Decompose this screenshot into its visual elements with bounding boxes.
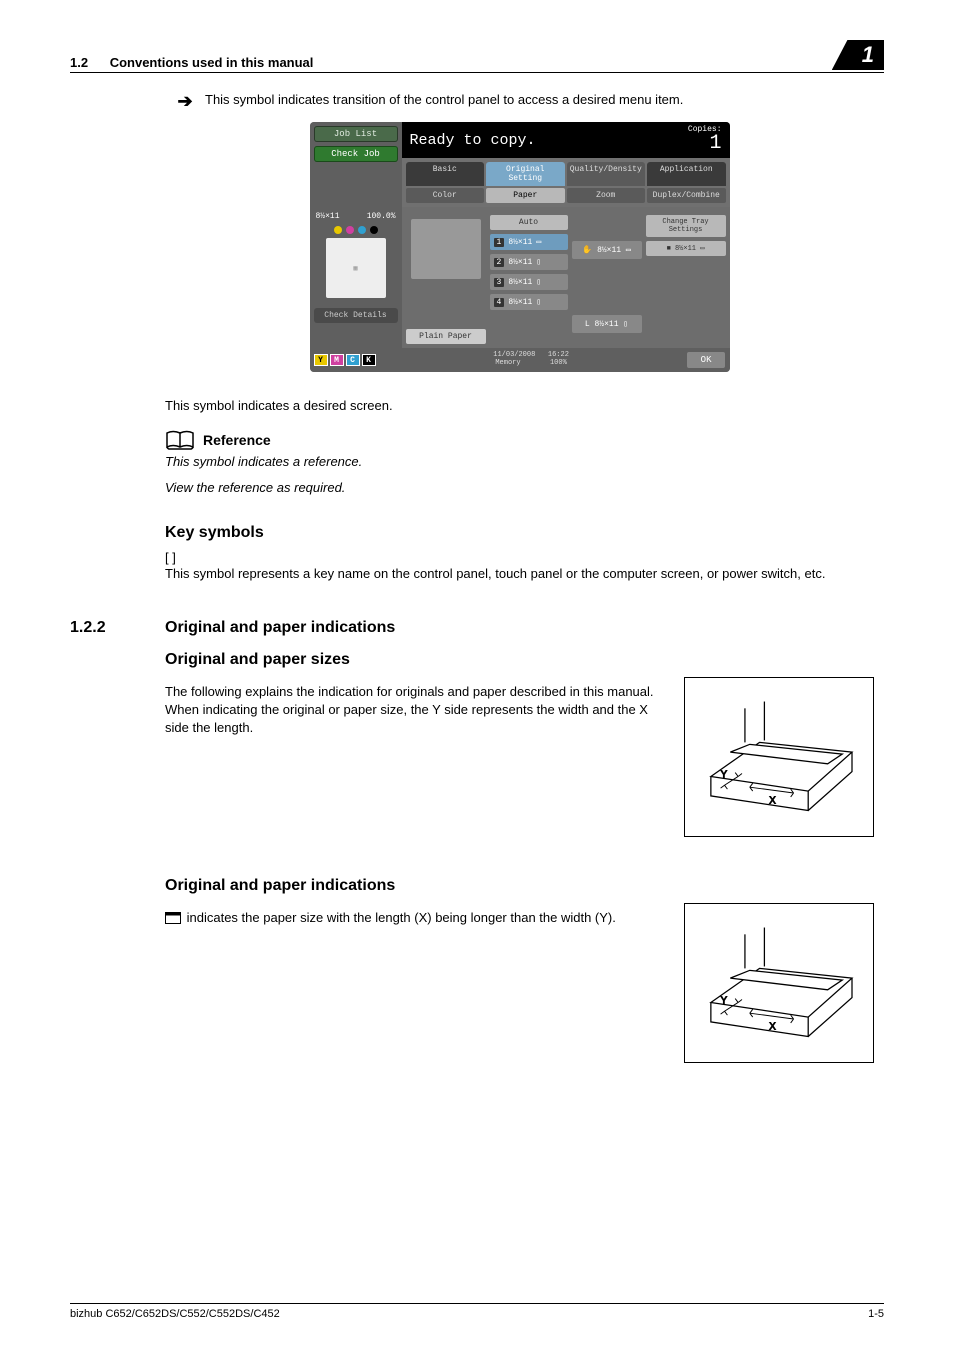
footer-page-number: 1-5 xyxy=(868,1308,884,1320)
arrow-description: This symbol indicates transition of the … xyxy=(205,91,874,109)
tab-basic[interactable]: Basic xyxy=(406,162,485,186)
status-text: Ready to copy. xyxy=(410,132,536,149)
tab-quality-density[interactable]: Quality/Density xyxy=(567,162,646,186)
bypass-tray-2[interactable]: L 8½×11 ▯ xyxy=(572,315,642,333)
paper-indication-figure: Y X xyxy=(684,903,874,1063)
check-job-button[interactable]: Check Job xyxy=(314,146,398,162)
indications-heading: Original and paper indications xyxy=(165,877,874,895)
section-title: Conventions used in this manual xyxy=(110,55,314,70)
landscape-page-icon xyxy=(165,911,181,929)
tray-2-button[interactable]: 28½×11 ▯ xyxy=(490,254,568,270)
change-tray-settings-button[interactable]: Change Tray Settings xyxy=(646,215,726,237)
reference-line-2: View the reference as required. xyxy=(165,479,874,497)
side-tray-pct: 100.0% xyxy=(367,212,396,221)
running-header: 1.2 Conventions used in this manual xyxy=(70,55,313,70)
footer-rule xyxy=(70,1303,884,1304)
svg-text:X: X xyxy=(769,1021,776,1032)
subtab-color[interactable]: Color xyxy=(406,188,485,203)
arrow-right-icon: ➔ xyxy=(165,91,205,112)
tab-original-setting[interactable]: Original Setting xyxy=(486,162,565,186)
reference-book-icon xyxy=(165,429,195,451)
job-list-button[interactable]: Job List xyxy=(314,126,398,142)
check-details-button[interactable]: Check Details xyxy=(314,308,398,323)
tab-application[interactable]: Application xyxy=(647,162,726,186)
paper-size-figure: Y X xyxy=(684,677,874,837)
desired-screen-text: This symbol indicates a desired screen. xyxy=(165,397,874,415)
subtab-zoom[interactable]: Zoom xyxy=(567,188,646,203)
change-tray-size-button[interactable]: ■ 8½×11 ▭ xyxy=(646,241,726,256)
svg-text:X: X xyxy=(769,795,776,806)
sizes-heading: Original and paper sizes xyxy=(165,651,874,669)
sizes-p2: When indicating the original or paper si… xyxy=(165,701,664,737)
copies-display: Copies: 1 xyxy=(688,126,722,154)
subsection-title: Original and paper indications xyxy=(165,619,395,637)
header-rule xyxy=(70,72,884,73)
reference-line-1: This symbol indicates a reference. xyxy=(165,453,874,471)
section-number: 1.2 xyxy=(70,55,88,70)
reference-heading: Reference xyxy=(203,432,271,448)
footer-model: bizhub C652/C652DS/C552/C552DS/C452 xyxy=(70,1308,280,1320)
bypass-tray-1[interactable]: ✋ 8½×11 ▭ xyxy=(572,241,642,259)
indications-p1: indicates the paper size with the length… xyxy=(165,909,664,928)
svg-text:Y: Y xyxy=(721,769,728,780)
chapter-badge: 1 xyxy=(832,40,884,70)
subtab-paper[interactable]: Paper xyxy=(486,188,565,203)
key-symbols-heading: Key symbols xyxy=(165,524,874,542)
toner-icons xyxy=(314,226,398,234)
tray-4-button[interactable]: 48½×11 ▯ xyxy=(490,294,568,310)
preview-icon: ▦ xyxy=(326,238,386,298)
copies-value: 1 xyxy=(688,134,722,154)
plain-paper-button[interactable]: Plain Paper xyxy=(406,329,486,344)
footer-status: 11/03/2008 16:22 Memory 100% xyxy=(493,352,569,367)
tray-1-button[interactable]: 18½×11 ▭ xyxy=(490,234,568,250)
side-tray-label: 8½×11 xyxy=(316,212,340,221)
subsection-number: 1.2.2 xyxy=(70,619,165,637)
ok-button[interactable]: OK xyxy=(687,352,726,368)
ymck-indicators: Y M C K xyxy=(314,354,376,366)
bracket-symbol: [ ] xyxy=(165,550,874,565)
svg-text:Y: Y xyxy=(721,995,728,1006)
printer-illustration-icon xyxy=(411,219,481,279)
auto-tray-button[interactable]: Auto xyxy=(490,215,568,230)
subtab-duplex-combine[interactable]: Duplex/Combine xyxy=(647,188,726,203)
control-panel-screenshot: Job List Check Job Ready to copy. Copies… xyxy=(310,122,730,372)
sizes-p1: The following explains the indication fo… xyxy=(165,683,664,701)
key-symbols-desc: This symbol represents a key name on the… xyxy=(165,565,874,583)
tray-3-button[interactable]: 38½×11 ▯ xyxy=(490,274,568,290)
